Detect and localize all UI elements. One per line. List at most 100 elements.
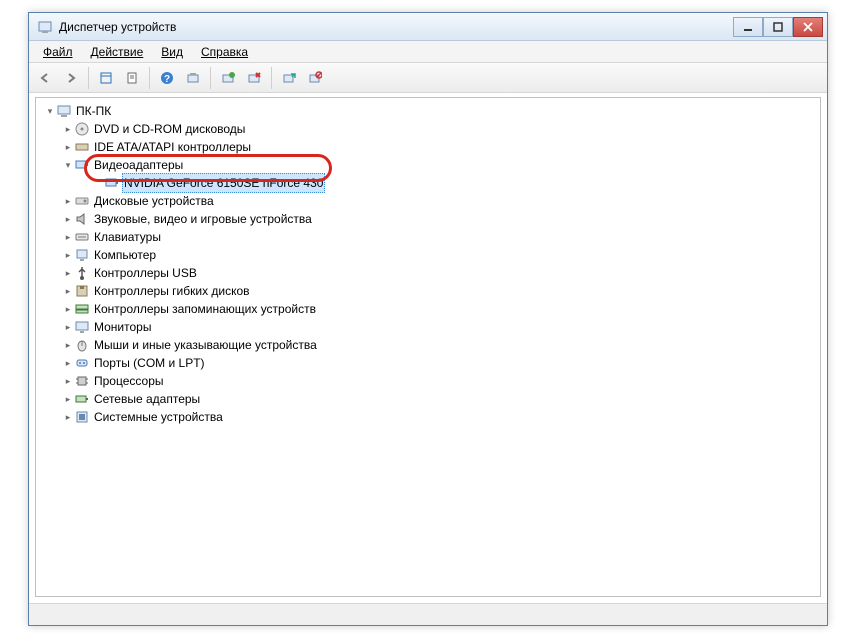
uninstall-button[interactable] (242, 66, 266, 90)
speaker-icon (74, 211, 90, 227)
system-device-icon (74, 409, 90, 425)
port-icon (74, 355, 90, 371)
minimize-button[interactable] (733, 17, 763, 37)
menubar: Файл Действие Вид Справка (29, 41, 827, 63)
toolbar: ? (29, 63, 827, 93)
expand-icon[interactable]: ▸ (62, 300, 74, 318)
expand-icon[interactable]: ▸ (62, 354, 74, 372)
network-adapter-icon (74, 391, 90, 407)
toolbar-separator (149, 67, 150, 89)
expand-icon[interactable]: ▸ (62, 210, 74, 228)
tree-item-nvidia-6150se[interactable]: ▸ NVIDIA GeForce 6150SE nForce 430 (40, 174, 820, 192)
tree-item-label: Контроллеры запоминающих устройств (92, 300, 318, 318)
maximize-button[interactable] (763, 17, 793, 37)
tree-item-label: Сетевые адаптеры (92, 390, 202, 408)
menu-file[interactable]: Файл (35, 43, 81, 61)
close-button[interactable] (793, 17, 823, 37)
device-tree[interactable]: ▾ ПК-ПК ▸ DVD и CD-ROM дисководы ▸ IDE A… (35, 97, 821, 597)
tree-item-label: Мыши и иные указывающие устройства (92, 336, 319, 354)
help-button[interactable]: ? (155, 66, 179, 90)
tree-item-computer[interactable]: ▸ Компьютер (40, 246, 820, 264)
collapse-icon[interactable]: ▾ (62, 156, 74, 174)
update-driver-button[interactable] (216, 66, 240, 90)
disc-drive-icon (74, 121, 90, 137)
tree-item-label: Порты (COM и LPT) (92, 354, 207, 372)
monitor-icon (74, 319, 90, 335)
tree-item-label: Контроллеры USB (92, 264, 199, 282)
toolbar-separator (88, 67, 89, 89)
menu-help[interactable]: Справка (193, 43, 256, 61)
tree-item-label: DVD и CD-ROM дисководы (92, 120, 247, 138)
tree-item-usb[interactable]: ▸ Контроллеры USB (40, 264, 820, 282)
tree-item-label: Звуковые, видео и игровые устройства (92, 210, 314, 228)
expand-icon[interactable]: ▸ (62, 228, 74, 246)
statusbar (29, 603, 827, 625)
tree-root-label: ПК-ПК (74, 102, 113, 120)
cpu-icon (74, 373, 90, 389)
tree-item-ports[interactable]: ▸ Порты (COM и LPT) (40, 354, 820, 372)
tree-item-dvd[interactable]: ▸ DVD и CD-ROM дисководы (40, 120, 820, 138)
expand-icon[interactable]: ▸ (62, 282, 74, 300)
tree-item-network[interactable]: ▸ Сетевые адаптеры (40, 390, 820, 408)
expand-icon[interactable]: ▸ (62, 120, 74, 138)
toolbar-separator (210, 67, 211, 89)
tree-root[interactable]: ▾ ПК-ПК (40, 102, 820, 120)
ide-controller-icon (74, 139, 90, 155)
computer-icon (74, 247, 90, 263)
toolbar-separator (271, 67, 272, 89)
tree-item-label: Видеоадаптеры (92, 156, 185, 174)
expand-icon[interactable]: ▸ (62, 264, 74, 282)
tree-item-label: Клавиатуры (92, 228, 163, 246)
svg-text:?: ? (164, 74, 170, 85)
show-hide-tree-button[interactable] (94, 66, 118, 90)
tree-item-label: Дисковые устройства (92, 192, 216, 210)
computer-icon (56, 103, 72, 119)
expand-icon[interactable]: ▸ (62, 336, 74, 354)
display-adapter-icon (104, 175, 120, 191)
titlebar[interactable]: Диспетчер устройств (29, 13, 827, 41)
floppy-controller-icon (74, 283, 90, 299)
menu-action[interactable]: Действие (83, 43, 152, 61)
window-title: Диспетчер устройств (59, 20, 176, 34)
tree-item-keyboards[interactable]: ▸ Клавиатуры (40, 228, 820, 246)
properties-button[interactable] (120, 66, 144, 90)
tree-item-storage-controllers[interactable]: ▸ Контроллеры запоминающих устройств (40, 300, 820, 318)
expand-icon[interactable]: ▸ (62, 192, 74, 210)
mouse-icon (74, 337, 90, 353)
tree-item-mice[interactable]: ▸ Мыши и иные указывающие устройства (40, 336, 820, 354)
keyboard-icon (74, 229, 90, 245)
collapse-icon[interactable]: ▾ (44, 102, 56, 120)
app-icon (37, 19, 53, 35)
expand-icon[interactable]: ▸ (62, 246, 74, 264)
enable-device-button[interactable] (277, 66, 301, 90)
usb-icon (74, 265, 90, 281)
menu-view[interactable]: Вид (153, 43, 191, 61)
tree-item-label: NVIDIA GeForce 6150SE nForce 430 (122, 173, 325, 193)
tree-item-floppy[interactable]: ▸ Контроллеры гибких дисков (40, 282, 820, 300)
nav-back-button[interactable] (33, 66, 57, 90)
tree-item-label: Системные устройства (92, 408, 225, 426)
device-manager-window: Диспетчер устройств Файл Действие Вид Сп… (28, 12, 828, 626)
tree-item-disk-drives[interactable]: ▸ Дисковые устройства (40, 192, 820, 210)
expand-icon[interactable]: ▸ (62, 138, 74, 156)
expand-icon[interactable]: ▸ (62, 318, 74, 336)
tree-item-label: Компьютер (92, 246, 158, 264)
expand-icon: ▸ (92, 174, 104, 192)
display-adapter-icon (74, 157, 90, 173)
expand-icon[interactable]: ▸ (62, 372, 74, 390)
tree-item-monitors[interactable]: ▸ Мониторы (40, 318, 820, 336)
tree-item-processors[interactable]: ▸ Процессоры (40, 372, 820, 390)
scan-hardware-button[interactable] (181, 66, 205, 90)
tree-item-label: Контроллеры гибких дисков (92, 282, 252, 300)
tree-item-system[interactable]: ▸ Системные устройства (40, 408, 820, 426)
expand-icon[interactable]: ▸ (62, 390, 74, 408)
disk-drive-icon (74, 193, 90, 209)
expand-icon[interactable]: ▸ (62, 408, 74, 426)
tree-item-display-adapters[interactable]: ▾ Видеоадаптеры (40, 156, 820, 174)
disable-device-button[interactable] (303, 66, 327, 90)
tree-item-ide[interactable]: ▸ IDE ATA/ATAPI контроллеры (40, 138, 820, 156)
storage-controller-icon (74, 301, 90, 317)
tree-item-sound[interactable]: ▸ Звуковые, видео и игровые устройства (40, 210, 820, 228)
nav-forward-button[interactable] (59, 66, 83, 90)
tree-item-label: IDE ATA/ATAPI контроллеры (92, 138, 253, 156)
